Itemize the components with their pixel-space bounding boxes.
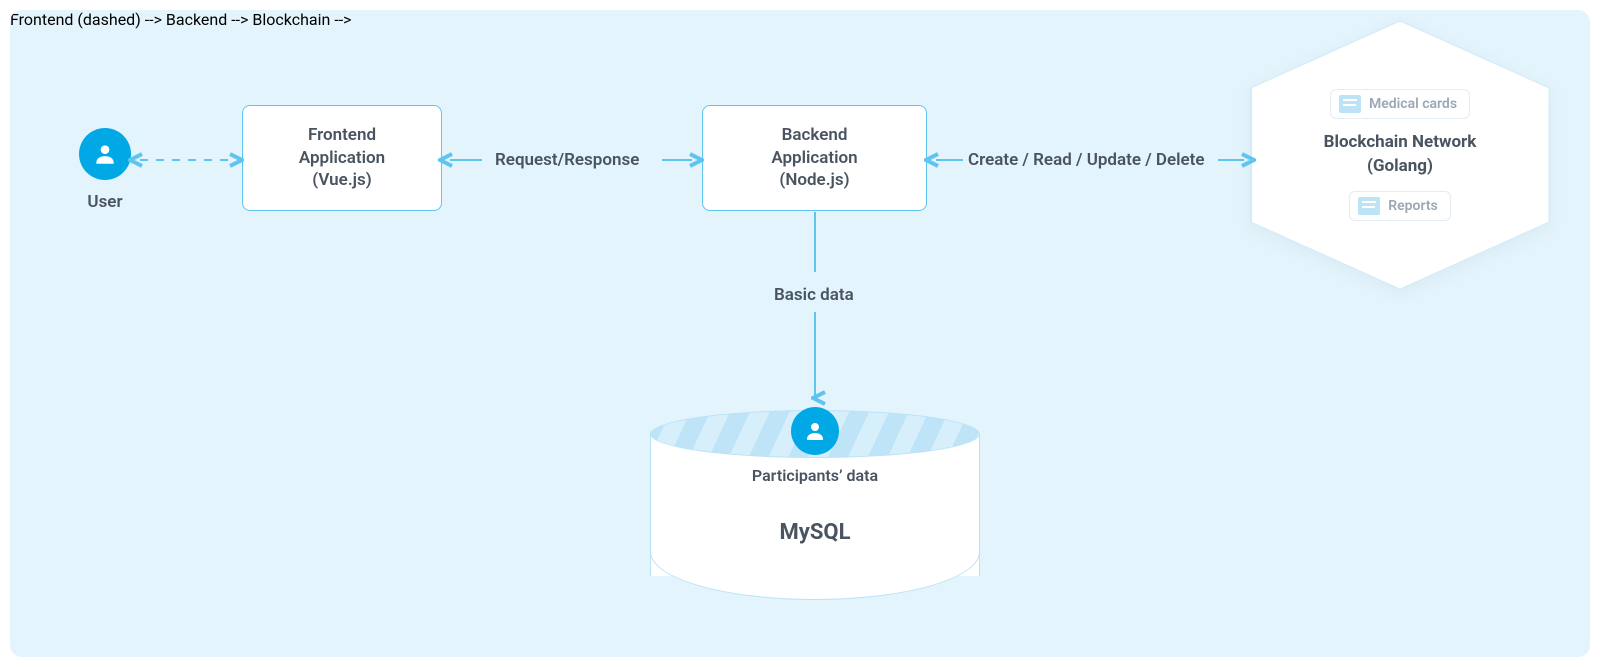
document-icon xyxy=(1339,95,1361,113)
frontend-line2: Application xyxy=(299,147,385,170)
edge-label-basic-data: Basic data xyxy=(774,285,854,305)
db-user-icon xyxy=(791,407,839,455)
database-node: Participants’ data MySQL xyxy=(650,410,980,600)
frontend-node: Frontend Application (Vue.js) xyxy=(242,105,442,211)
blockchain-node: Medical cards Blockchain Network (Golang… xyxy=(1250,20,1550,290)
edge-label-request-response: Request/Response xyxy=(495,150,639,170)
frontend-line3: (Vue.js) xyxy=(312,169,371,192)
chip-medical-label: Medical cards xyxy=(1369,96,1457,112)
backend-line1: Backend xyxy=(782,124,848,147)
user-label: User xyxy=(65,192,145,212)
backend-line3: (Node.js) xyxy=(779,169,849,192)
frontend-line1: Frontend xyxy=(308,124,376,147)
person-icon xyxy=(92,141,118,167)
blockchain-title: Blockchain Network (Golang) xyxy=(1324,131,1477,179)
architecture-diagram: User Frontend Application (Vue.js) Backe… xyxy=(10,10,1590,657)
chip-reports-label: Reports xyxy=(1388,198,1438,214)
chip-reports: Reports xyxy=(1349,191,1451,221)
user-avatar-icon xyxy=(79,128,131,180)
chip-medical-cards: Medical cards xyxy=(1330,89,1470,119)
db-title: MySQL xyxy=(650,520,980,545)
db-sublabel: Participants’ data xyxy=(650,466,980,485)
arrow-backend-db xyxy=(805,212,825,408)
edge-label-crud: Create / Read / Update / Delete xyxy=(968,150,1205,170)
user-node: User xyxy=(65,128,145,212)
backend-node: Backend Application (Node.js) xyxy=(702,105,927,211)
document-icon xyxy=(1358,197,1380,215)
backend-line2: Application xyxy=(771,147,857,170)
person-icon xyxy=(803,419,827,443)
arrow-user-frontend xyxy=(132,150,242,170)
